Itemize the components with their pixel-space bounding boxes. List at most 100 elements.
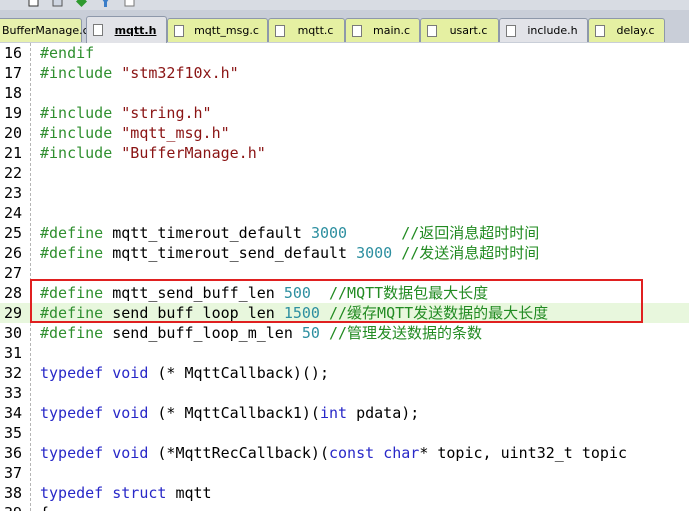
toolbar-icon-2[interactable] xyxy=(52,0,63,7)
tab-label: BufferManage.c xyxy=(2,24,89,37)
line-number: 38 xyxy=(3,484,22,502)
file-icon xyxy=(174,24,184,37)
code-text: { xyxy=(40,503,49,511)
code-token: typedef xyxy=(40,364,113,382)
code-token: //返回消息超时时间 xyxy=(347,224,540,242)
code-line[interactable]: 19 #include "string.h" xyxy=(0,103,689,123)
code-line[interactable]: 31 xyxy=(0,343,689,363)
code-token: "BufferManage.h" xyxy=(121,144,266,162)
code-line[interactable]: 33 xyxy=(0,383,689,403)
line-number: 35 xyxy=(3,424,22,442)
tab-mqtt-c[interactable]: mqtt.c xyxy=(268,18,345,42)
code-line[interactable]: 32 typedef void (* MqttCallback)(); xyxy=(0,363,689,383)
code-line[interactable]: 38 typedef struct mqtt xyxy=(0,483,689,503)
code-token: #include xyxy=(40,64,122,82)
code-token: "string.h" xyxy=(121,104,212,122)
toolbar xyxy=(0,0,689,10)
code-token: 1500 xyxy=(283,304,320,322)
code-token: typedef xyxy=(40,484,113,502)
line-number: 26 xyxy=(3,244,22,262)
code-line[interactable]: 35 xyxy=(0,423,689,443)
code-line[interactable]: 26 #define mqtt_timerout_send_default 300… xyxy=(0,243,689,263)
code-line[interactable]: 34 typedef void (* MqttCallback1)(int pda… xyxy=(0,403,689,423)
file-icon xyxy=(275,24,285,37)
code-token: typedef xyxy=(40,404,113,422)
code-line[interactable]: 20 #include "mqtt_msg.h" xyxy=(0,123,689,143)
code-token: 500 xyxy=(283,284,311,302)
line-number: 31 xyxy=(3,344,22,362)
tab-usart-c[interactable]: usart.c xyxy=(420,18,499,42)
file-icon xyxy=(595,24,605,37)
tab-mqtt-h[interactable]: mqtt.h xyxy=(86,16,167,43)
code-token: #define xyxy=(40,244,113,262)
code-token: (* MqttCallback1)( xyxy=(148,404,320,422)
line-number: 39 xyxy=(0,503,22,511)
code-text: #include "string.h" xyxy=(40,103,212,123)
line-number: 22 xyxy=(3,164,22,182)
line-number: 20 xyxy=(3,124,22,142)
toolbar-icon-1[interactable] xyxy=(28,0,39,7)
code-line[interactable]: 28 #define mqtt_send_buff_len 500 //MQTT数… xyxy=(0,283,689,303)
code-token: void xyxy=(112,444,149,462)
code-line[interactable]: 29 #define send_buff_loop_len 1500 //缓存MQ… xyxy=(0,303,689,323)
code-line[interactable]: 36 typedef void (*MqttRecCallback)(const … xyxy=(0,443,689,463)
code-token: "stm32f10x.h" xyxy=(121,64,239,82)
line-number: 27 xyxy=(3,264,22,282)
code-line[interactable]: 22 xyxy=(0,163,689,183)
code-text: typedef void (* MqttCallback1)(int pdata… xyxy=(40,403,419,423)
file-tab-bar: BufferManage.c mqtt.h mqtt_msg.c mqtt.c main… xyxy=(0,10,689,44)
code-line[interactable]: 30 #define send_buff_loop_m_len 50 //管理发送… xyxy=(0,323,689,343)
code-token: const xyxy=(329,444,375,462)
tab-include-h[interactable]: include.h xyxy=(499,18,588,42)
tab-label: delay.c xyxy=(616,24,655,37)
tab-main-c[interactable]: main.c xyxy=(345,18,420,42)
code-token: mqtt_timerout_send_default xyxy=(112,244,357,262)
code-text: #define send_buff_loop_m_len 50 //管理发送数据… xyxy=(40,323,482,343)
code-token: //MQTT数据包最大长度 xyxy=(310,284,489,302)
code-token: send_buff_loop_len xyxy=(112,304,284,322)
tab-buffermanage-c[interactable]: BufferManage.c xyxy=(0,18,89,42)
code-token: #define xyxy=(40,284,113,302)
code-token: mqtt_timerout_default xyxy=(112,224,311,242)
code-line[interactable]: 27 xyxy=(0,263,689,283)
code-token: #include xyxy=(40,124,122,142)
toolbar-icon-5[interactable] xyxy=(124,0,135,7)
code-token: 3000 xyxy=(356,244,393,262)
code-token: void xyxy=(112,404,149,422)
line-number: 19 xyxy=(3,104,22,122)
code-token: #include xyxy=(40,144,122,162)
line-number: 17 xyxy=(3,64,22,82)
line-number: 21 xyxy=(3,144,22,162)
tab-label: usart.c xyxy=(449,24,488,37)
code-line[interactable]: 37 xyxy=(0,463,689,483)
code-line[interactable]: 16 #endif xyxy=(0,43,689,63)
code-token: //发送消息超时时间 xyxy=(392,244,540,262)
filter-icon[interactable] xyxy=(100,0,111,7)
code-line[interactable]: 23 xyxy=(0,183,689,203)
code-line[interactable]: 21 #include "BufferManage.h" xyxy=(0,143,689,163)
code-token: #define xyxy=(40,304,113,322)
line-number: 24 xyxy=(3,204,22,222)
tab-delay-c[interactable]: delay.c xyxy=(588,18,665,42)
code-line[interactable]: 24 xyxy=(0,203,689,223)
file-icon xyxy=(506,24,516,37)
code-token: (* MqttCallback)(); xyxy=(148,364,329,382)
code-line[interactable]: 39 { xyxy=(0,503,689,511)
code-token: 3000 xyxy=(310,224,348,242)
code-line[interactable]: 17 #include "stm32f10x.h" xyxy=(0,63,689,83)
tab-label: mqtt.c xyxy=(297,24,334,37)
code-line[interactable]: 18 xyxy=(0,83,689,103)
line-number: 32 xyxy=(3,364,22,382)
line-number: 29 xyxy=(3,304,22,322)
tab-label: include.h xyxy=(527,24,578,37)
tab-mqtt-msg-c[interactable]: mqtt_msg.c xyxy=(167,18,268,42)
file-icon xyxy=(427,24,437,37)
line-number: 25 xyxy=(3,224,22,242)
code-token: void xyxy=(112,364,149,382)
line-number: 16 xyxy=(3,44,22,62)
code-line[interactable]: 25 #define mqtt_timerout_default 3000 //返… xyxy=(0,223,689,243)
code-editor[interactable]: 16 #endif 17 #include "stm32f10x.h" 18 19 #inc… xyxy=(0,43,689,511)
diamond-icon[interactable] xyxy=(76,0,87,7)
line-number: 18 xyxy=(3,84,22,102)
code-text: typedef void (* MqttCallback)(); xyxy=(40,363,329,383)
